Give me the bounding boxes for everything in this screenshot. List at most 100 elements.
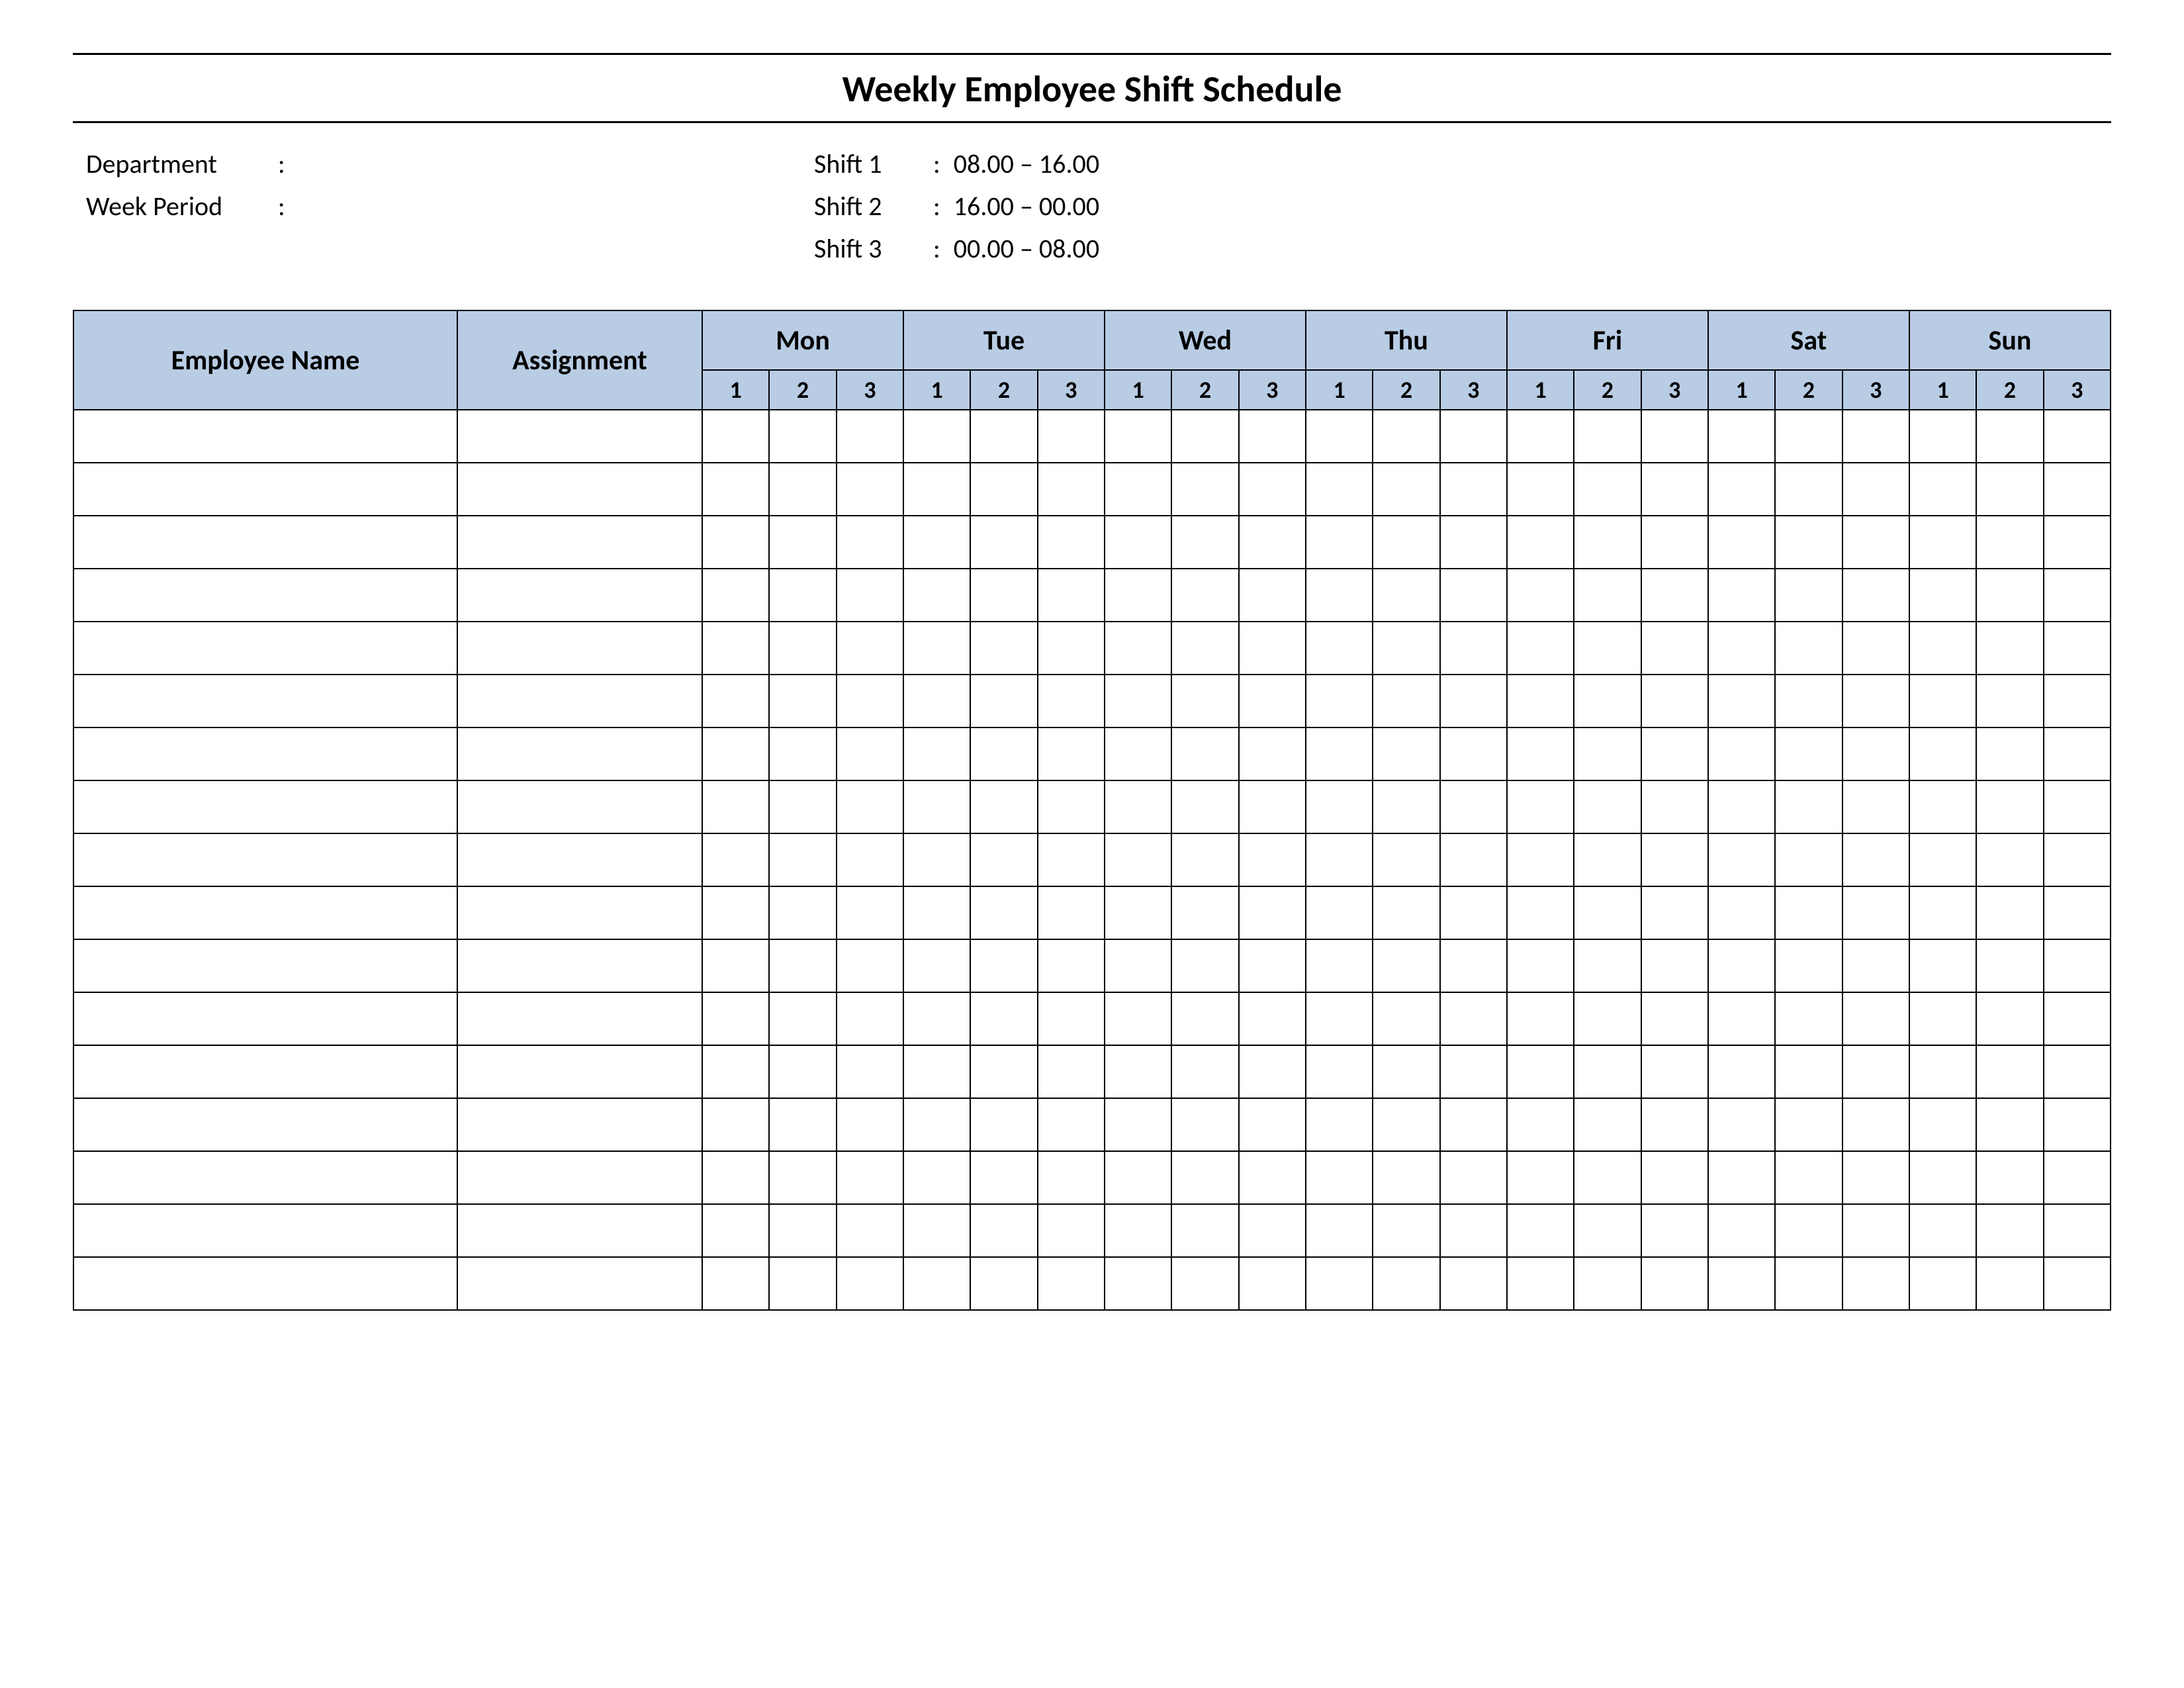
cell-shift[interactable]	[1373, 569, 1439, 622]
cell-shift[interactable]	[2044, 675, 2111, 727]
cell-shift[interactable]	[1909, 1204, 1976, 1257]
cell-shift[interactable]	[970, 780, 1037, 833]
cell-shift[interactable]	[1105, 1045, 1171, 1098]
cell-shift[interactable]	[1306, 569, 1373, 622]
cell-shift[interactable]	[1507, 992, 1574, 1045]
cell-shift[interactable]	[1306, 1045, 1373, 1098]
cell-shift[interactable]	[1306, 622, 1373, 675]
cell-shift[interactable]	[1105, 1151, 1171, 1204]
cell-shift[interactable]	[2044, 1257, 2111, 1310]
cell-shift[interactable]	[1105, 886, 1171, 939]
cell-shift[interactable]	[903, 675, 970, 727]
cell-shift[interactable]	[1171, 675, 1238, 727]
cell-shift[interactable]	[1641, 939, 1708, 992]
cell-shift[interactable]	[1038, 1098, 1105, 1151]
cell-shift[interactable]	[1574, 569, 1641, 622]
cell-employee-name[interactable]	[73, 463, 457, 516]
cell-shift[interactable]	[2044, 780, 2111, 833]
cell-shift[interactable]	[1976, 886, 2043, 939]
cell-shift[interactable]	[1976, 1204, 2043, 1257]
cell-shift[interactable]	[1306, 939, 1373, 992]
cell-shift[interactable]	[1976, 1098, 2043, 1151]
cell-shift[interactable]	[1171, 1257, 1238, 1310]
cell-shift[interactable]	[1909, 463, 1976, 516]
cell-shift[interactable]	[769, 780, 836, 833]
cell-shift[interactable]	[1775, 886, 1842, 939]
cell-shift[interactable]	[1574, 622, 1641, 675]
cell-shift[interactable]	[1641, 675, 1708, 727]
cell-shift[interactable]	[2044, 1098, 2111, 1151]
cell-shift[interactable]	[1239, 675, 1306, 727]
cell-shift[interactable]	[1909, 780, 1976, 833]
cell-shift[interactable]	[1507, 1257, 1574, 1310]
cell-shift[interactable]	[1306, 675, 1373, 727]
cell-shift[interactable]	[702, 780, 769, 833]
cell-shift[interactable]	[1373, 675, 1439, 727]
cell-shift[interactable]	[2044, 463, 2111, 516]
cell-shift[interactable]	[1641, 1151, 1708, 1204]
cell-shift[interactable]	[970, 463, 1037, 516]
cell-shift[interactable]	[1239, 1098, 1306, 1151]
cell-shift[interactable]	[1976, 569, 2043, 622]
cell-shift[interactable]	[1641, 833, 1708, 886]
cell-shift[interactable]	[1105, 727, 1171, 780]
cell-shift[interactable]	[1641, 886, 1708, 939]
cell-shift[interactable]	[1708, 1098, 1775, 1151]
cell-shift[interactable]	[970, 1151, 1037, 1204]
cell-shift[interactable]	[1507, 516, 1574, 569]
cell-assignment[interactable]	[457, 939, 702, 992]
cell-shift[interactable]	[1038, 727, 1105, 780]
cell-shift[interactable]	[1171, 622, 1238, 675]
cell-shift[interactable]	[1843, 727, 1909, 780]
cell-shift[interactable]	[970, 622, 1037, 675]
cell-shift[interactable]	[1038, 569, 1105, 622]
cell-shift[interactable]	[837, 1257, 903, 1310]
cell-shift[interactable]	[769, 886, 836, 939]
cell-shift[interactable]	[769, 675, 836, 727]
cell-shift[interactable]	[1239, 1151, 1306, 1204]
cell-shift[interactable]	[1843, 1151, 1909, 1204]
cell-shift[interactable]	[702, 1151, 769, 1204]
cell-shift[interactable]	[837, 516, 903, 569]
cell-shift[interactable]	[1440, 516, 1507, 569]
cell-shift[interactable]	[1239, 463, 1306, 516]
cell-shift[interactable]	[1708, 1045, 1775, 1098]
cell-shift[interactable]	[970, 727, 1037, 780]
cell-shift[interactable]	[903, 463, 970, 516]
cell-shift[interactable]	[1976, 516, 2043, 569]
cell-employee-name[interactable]	[73, 780, 457, 833]
cell-shift[interactable]	[1641, 1098, 1708, 1151]
cell-shift[interactable]	[1775, 410, 1842, 463]
cell-shift[interactable]	[1306, 1151, 1373, 1204]
cell-assignment[interactable]	[457, 569, 702, 622]
cell-shift[interactable]	[1574, 992, 1641, 1045]
cell-shift[interactable]	[702, 622, 769, 675]
cell-shift[interactable]	[1976, 833, 2043, 886]
cell-shift[interactable]	[1507, 622, 1574, 675]
cell-shift[interactable]	[702, 516, 769, 569]
cell-shift[interactable]	[1909, 1257, 1976, 1310]
cell-employee-name[interactable]	[73, 675, 457, 727]
cell-shift[interactable]	[2044, 516, 2111, 569]
cell-shift[interactable]	[1775, 833, 1842, 886]
cell-shift[interactable]	[1507, 1151, 1574, 1204]
cell-shift[interactable]	[903, 569, 970, 622]
cell-shift[interactable]	[903, 992, 970, 1045]
cell-shift[interactable]	[1708, 569, 1775, 622]
cell-shift[interactable]	[1105, 1204, 1171, 1257]
cell-shift[interactable]	[1373, 410, 1439, 463]
cell-shift[interactable]	[1843, 1045, 1909, 1098]
cell-shift[interactable]	[769, 569, 836, 622]
cell-shift[interactable]	[1708, 886, 1775, 939]
cell-shift[interactable]	[1775, 1257, 1842, 1310]
cell-shift[interactable]	[1976, 463, 2043, 516]
cell-employee-name[interactable]	[73, 569, 457, 622]
cell-shift[interactable]	[970, 410, 1037, 463]
cell-employee-name[interactable]	[73, 886, 457, 939]
cell-shift[interactable]	[2044, 886, 2111, 939]
cell-shift[interactable]	[1708, 1204, 1775, 1257]
cell-shift[interactable]	[1373, 1098, 1439, 1151]
cell-shift[interactable]	[1843, 886, 1909, 939]
cell-shift[interactable]	[1507, 886, 1574, 939]
cell-shift[interactable]	[1574, 1045, 1641, 1098]
